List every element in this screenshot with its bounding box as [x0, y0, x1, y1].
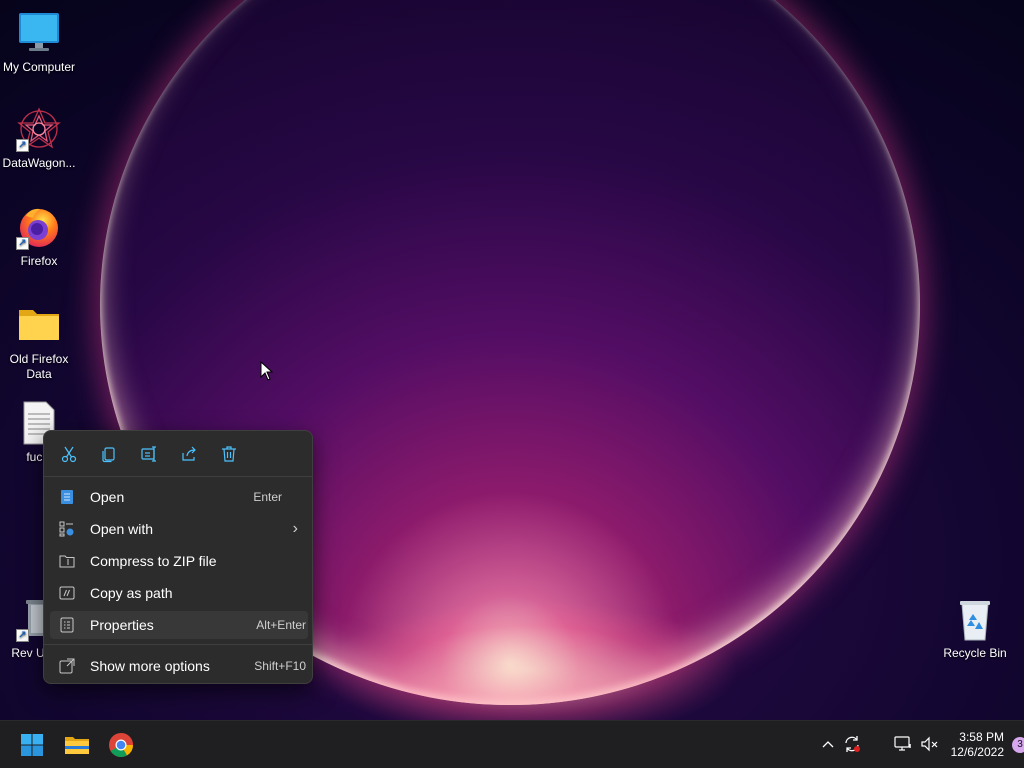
windows-start-icon — [21, 734, 43, 756]
desktop-icon-recycle-bin[interactable]: Recycle Bin — [936, 596, 1014, 661]
menu-item-shortcut: Shift+F10 — [254, 659, 306, 673]
chrome-icon — [109, 733, 133, 758]
zip-folder-icon — [58, 552, 76, 570]
shortcut-arrow-icon: ↗ — [16, 139, 29, 152]
rename-icon — [141, 445, 156, 462]
show-hidden-icons-button[interactable] — [817, 733, 839, 755]
menu-item-open-with[interactable]: Open with › — [50, 515, 308, 543]
start-button[interactable] — [16, 729, 48, 761]
recycle-bin-icon — [952, 596, 998, 642]
rename-button[interactable] — [134, 439, 164, 469]
copy-icon — [102, 446, 115, 462]
more-options-icon — [58, 657, 76, 675]
mouse-cursor-icon — [260, 361, 274, 381]
menu-item-label: Compress to ZIP file — [90, 553, 217, 569]
file-explorer-icon — [65, 737, 89, 754]
menu-item-label: Open — [90, 489, 125, 505]
shortcut-arrow-icon: ↗ — [16, 237, 29, 250]
copy-button[interactable] — [94, 439, 124, 469]
desktop-icon-datawagon[interactable]: ↗ DataWagon... — [0, 106, 78, 171]
sync-icon — [845, 736, 860, 752]
taskbar: 3:58 PM 12/6/2022 3 — [0, 720, 1024, 768]
menu-item-properties[interactable]: Properties Alt+Enter — [50, 611, 308, 639]
context-menu: Open Enter Open with › Compress to ZIP f… — [43, 430, 313, 684]
share-button[interactable] — [174, 439, 204, 469]
taskbar-chrome[interactable] — [105, 729, 137, 761]
volume-muted-icon — [921, 736, 938, 752]
folder-icon — [16, 302, 62, 348]
desktop-icon-firefox[interactable]: ↗ Firefox — [0, 204, 78, 269]
datawagon-app-icon: ↗ — [16, 106, 62, 152]
menu-item-label: Open with — [90, 521, 154, 537]
notification-badge[interactable]: 3 — [1012, 737, 1024, 753]
context-menu-toolbar — [44, 431, 312, 477]
sync-status-button[interactable] — [841, 733, 863, 755]
clock-time: 3:58 PM — [959, 730, 1004, 744]
chevron-up-icon — [822, 741, 834, 748]
document-icon — [58, 488, 76, 506]
network-button[interactable] — [892, 733, 914, 755]
properties-icon — [58, 616, 76, 634]
chevron-right-icon: › — [292, 520, 298, 537]
cut-button[interactable] — [54, 439, 84, 469]
taskbar-file-explorer[interactable] — [61, 729, 93, 761]
menu-separator — [44, 644, 312, 645]
menu-item-copy-as-path[interactable]: Copy as path — [50, 579, 308, 607]
delete-icon — [222, 445, 236, 462]
copy-path-icon — [58, 584, 76, 602]
taskbar-clock[interactable]: 3:58 PM 12/6/2022 — [951, 730, 1004, 760]
open-with-icon — [58, 520, 76, 538]
network-icon — [894, 736, 911, 751]
menu-item-shortcut: Enter — [253, 490, 282, 504]
shortcut-arrow-icon: ↗ — [16, 629, 29, 642]
desktop-icon-label: Firefox — [20, 254, 58, 268]
desktop-icon-label: Recycle Bin — [943, 646, 1007, 660]
desktop-icon-old-firefox-data[interactable]: Old Firefox Data — [0, 302, 78, 382]
firefox-icon: ↗ — [16, 204, 62, 250]
clock-date: 12/6/2022 — [950, 745, 1004, 759]
menu-item-open[interactable]: Open Enter — [50, 483, 308, 511]
menu-item-shortcut: Alt+Enter — [256, 618, 306, 632]
monitor-icon — [16, 10, 62, 56]
cut-icon — [61, 446, 77, 462]
share-icon — [182, 446, 196, 461]
desktop-icon-label: Old Firefox Data — [9, 352, 69, 381]
menu-item-show-more-options[interactable]: Show more options Shift+F10 — [50, 652, 308, 680]
desktop-icon-label: My Computer — [2, 60, 76, 74]
menu-item-compress-zip[interactable]: Compress to ZIP file — [50, 547, 308, 575]
desktop-icon-label: DataWagon... — [2, 156, 76, 170]
menu-item-label: Show more options — [90, 658, 210, 674]
menu-item-label: Copy as path — [90, 585, 173, 601]
menu-item-label: Properties — [90, 617, 154, 633]
delete-button[interactable] — [214, 439, 244, 469]
desktop-icon-my-computer[interactable]: My Computer — [0, 10, 78, 75]
volume-button[interactable] — [918, 733, 940, 755]
